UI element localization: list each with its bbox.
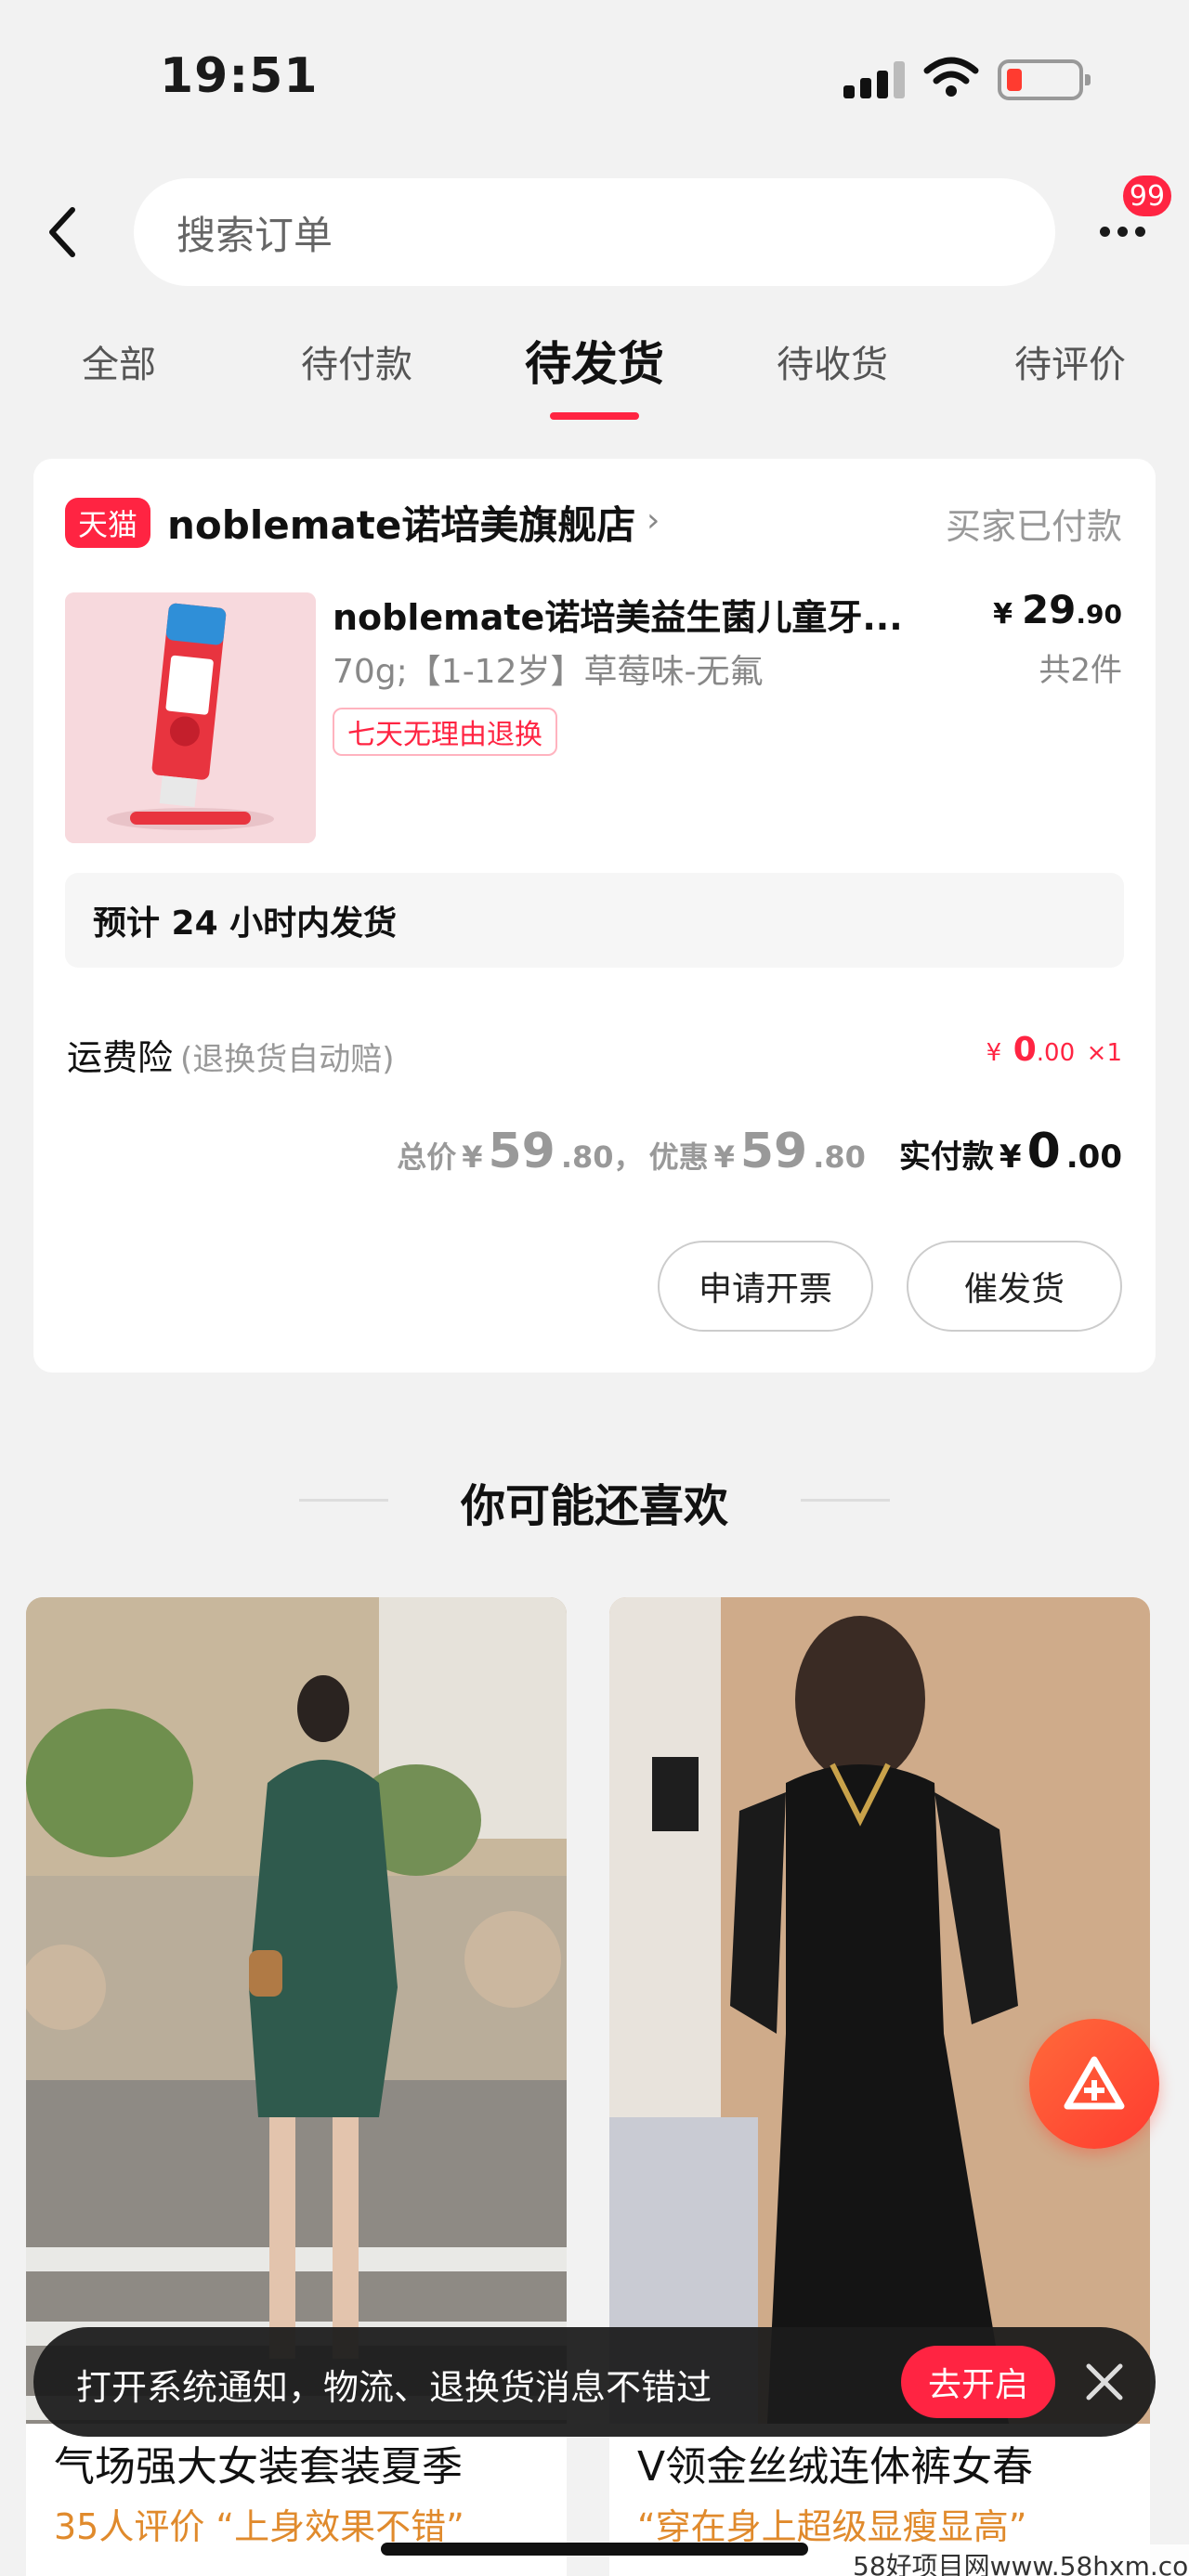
fashion-photo (26, 1597, 567, 2424)
tab-pending-shipment[interactable]: 待发货 (525, 327, 664, 394)
close-icon (1086, 2363, 1123, 2400)
chevron-left-icon (49, 207, 75, 257)
product-spec: 70g;【1-12岁】草莓味-无氟 (333, 653, 764, 691)
active-tab-indicator (550, 412, 639, 420)
enable-notification-button[interactable]: 去开启 (901, 2346, 1055, 2418)
shipping-estimate: 预计 24 小时内发货 (65, 873, 1124, 968)
tab-all[interactable]: 全部 (82, 334, 156, 388)
search-input[interactable]: 搜索订单 (134, 178, 1055, 286)
order-tabs: 全部 待付款 待发货 待收货 待评价 (0, 316, 1189, 427)
recommend-image[interactable] (609, 1597, 1150, 2424)
recommend-item-review: 35人评价 “上身效果不错” (54, 2506, 464, 2547)
more-dots-icon (1099, 226, 1110, 237)
close-button[interactable] (1076, 2353, 1133, 2411)
notification-banner: 打开系统通知，物流、退换货消息不错过 去开启 (33, 2327, 1156, 2437)
return-policy-tag: 七天无理由退换 (333, 708, 557, 756)
order-status: 买家已付款 (945, 506, 1122, 547)
request-invoice-button[interactable]: 申请开票 (658, 1241, 873, 1332)
watermark: 58好项目网www.58hxm.com (845, 2544, 1189, 2576)
product-quantity: 共2件 (1039, 652, 1122, 689)
battery-icon (998, 59, 1091, 100)
home-indicator[interactable] (381, 2543, 808, 2556)
product-image[interactable] (65, 592, 316, 843)
triangle-plus-icon (1064, 2056, 1125, 2110)
recommend-title: 你可能还喜欢 (460, 1480, 728, 1532)
back-button[interactable] (33, 195, 89, 269)
shipping-insurance: 运费险 (退换货自动赔) (67, 1037, 395, 1078)
status-time: 19:51 (160, 48, 319, 104)
tmall-tag: 天猫 (65, 498, 150, 548)
status-bar: 19:51 (0, 0, 1189, 158)
product-name[interactable]: noblemate诺培美益生菌儿童牙... (333, 589, 908, 640)
toothpaste-image (65, 592, 316, 843)
order-totals: 总价 ¥ 59.80， 优惠 ¥ 59.80 实付款 ¥ 0.00 (397, 1124, 1122, 1179)
cellular-signal-icon (843, 61, 905, 98)
recommend-image[interactable] (26, 1597, 567, 2424)
store-name[interactable]: noblemate诺培美旗舰店 (167, 494, 635, 551)
recommend-item-name[interactable]: 气场强大女装套装夏季 (54, 2433, 463, 2492)
tab-pending-payment[interactable]: 待付款 (301, 334, 412, 388)
fashion-photo (609, 1597, 1150, 2424)
chevron-right-icon[interactable]: › (647, 501, 660, 540)
product-price: ¥29.90 (993, 587, 1122, 632)
recommend-item-review: “穿在身上超级显瘦显高” (637, 2506, 1027, 2547)
divider-right (801, 1499, 890, 1502)
floating-action-button[interactable] (1029, 2019, 1159, 2149)
notification-text: 打开系统通知，物流、退换货消息不错过 (76, 2367, 712, 2408)
insurance-price: ¥ 0.00 ×1 (986, 1031, 1122, 1069)
tab-pending-review[interactable]: 待评价 (1014, 334, 1126, 388)
message-count-badge: 99 (1120, 173, 1174, 219)
urge-shipment-button[interactable]: 催发货 (907, 1241, 1122, 1332)
recommend-item-name[interactable]: V领金丝绒连体裤女春 (637, 2433, 1033, 2492)
search-placeholder: 搜索订单 (176, 212, 333, 258)
tab-pending-receipt[interactable]: 待收货 (777, 334, 888, 388)
order-card[interactable]: 天猫 noblemate诺培美旗舰店 › 买家已付款 noblemate诺培美益… (33, 459, 1156, 1373)
wifi-icon (923, 57, 979, 97)
